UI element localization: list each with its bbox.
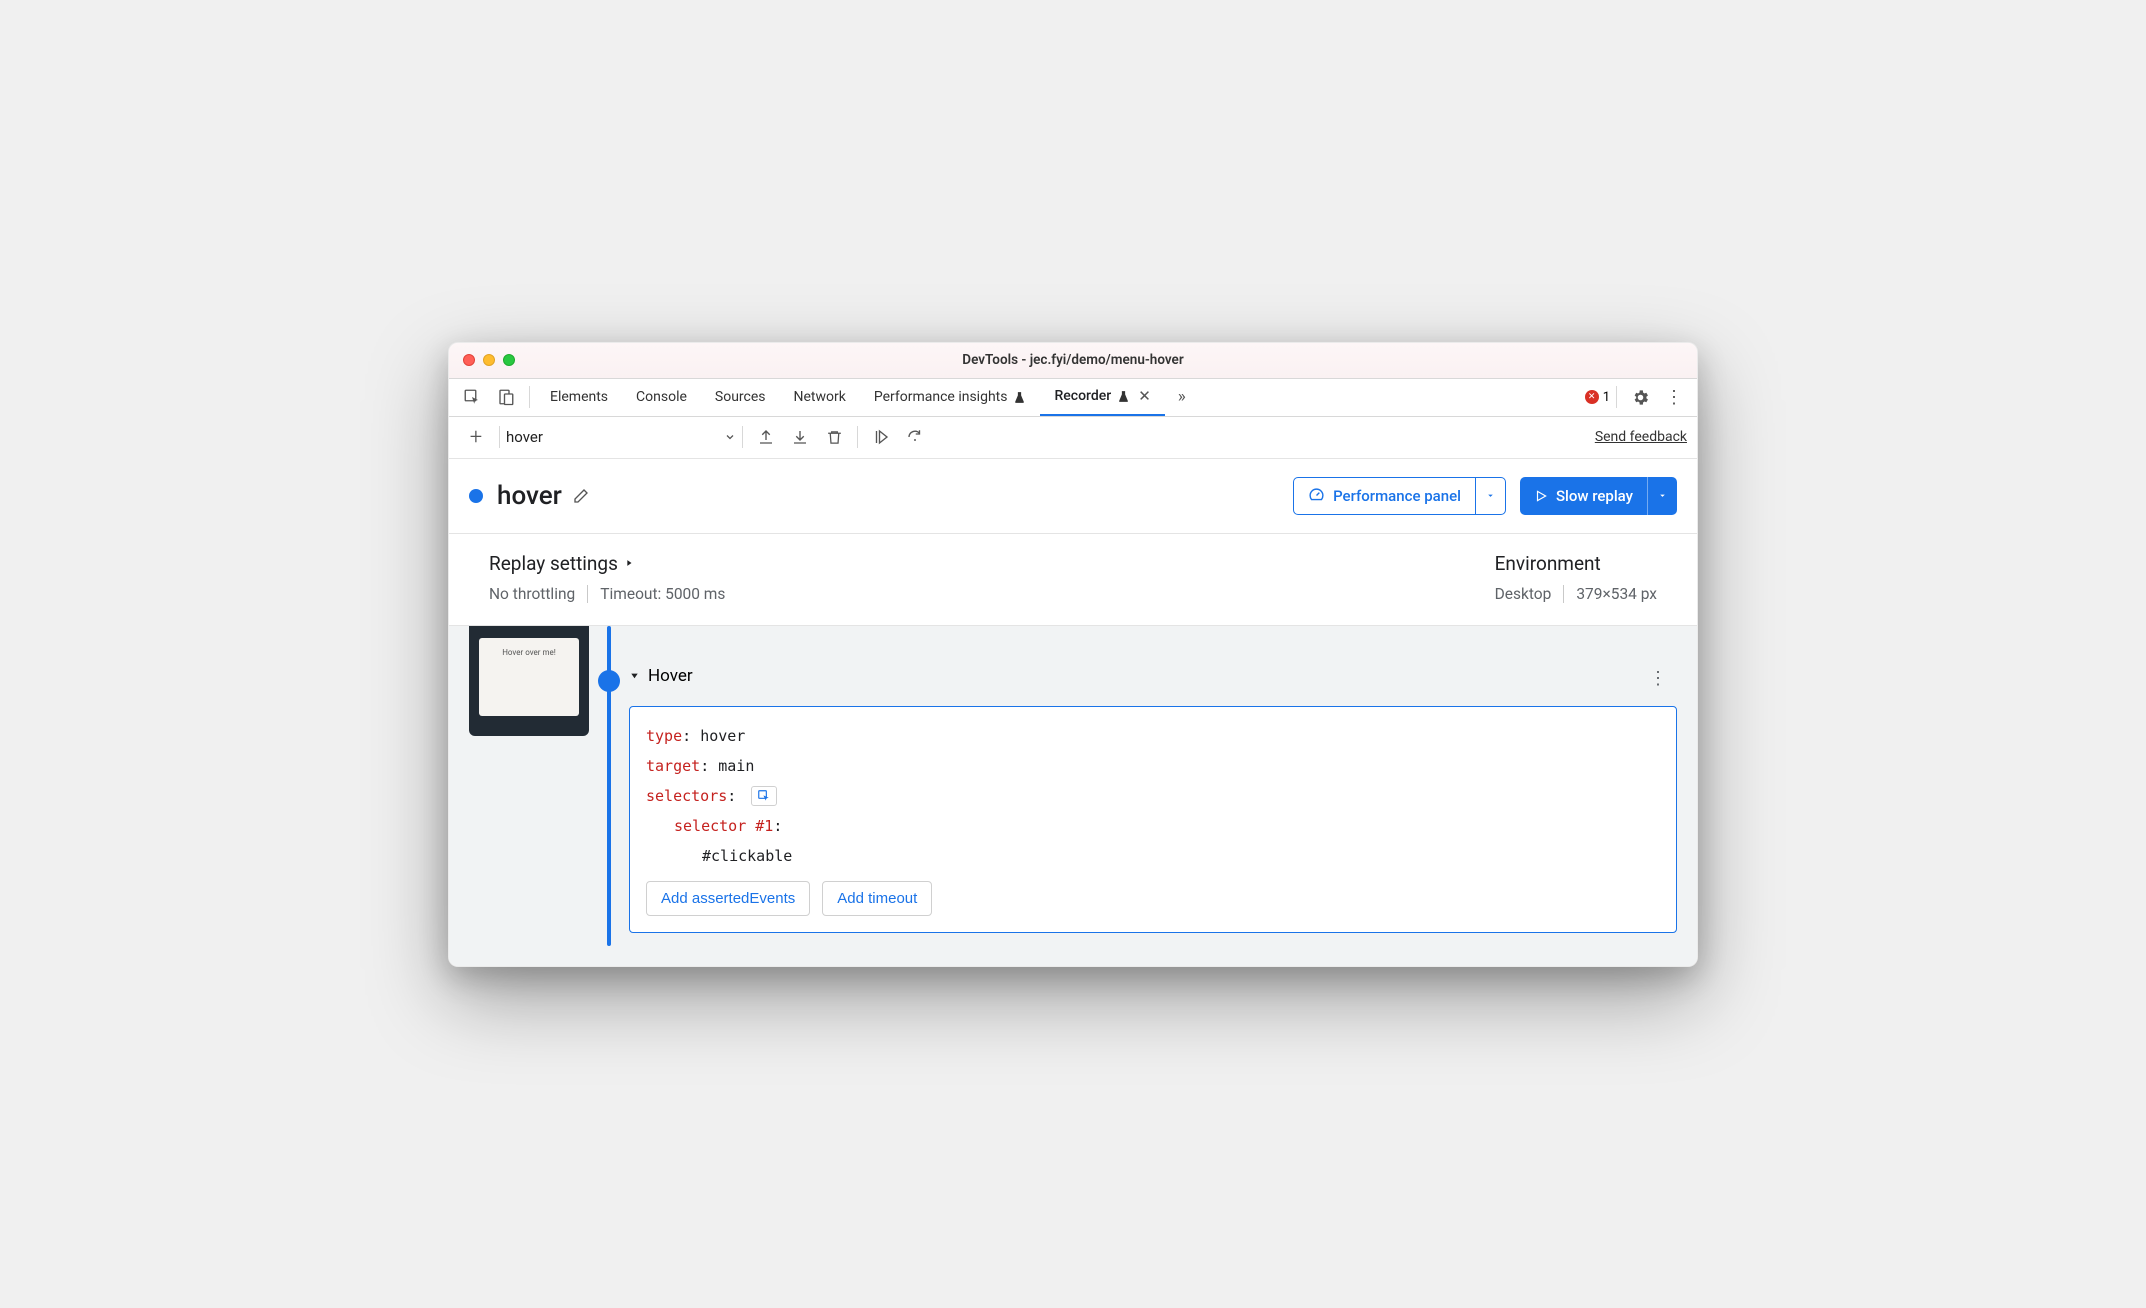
inspect-element-icon[interactable]: [455, 380, 489, 414]
prop-key: selectors: [646, 787, 727, 805]
settings-gear-icon[interactable]: [1623, 380, 1657, 414]
gauge-icon: [1308, 487, 1325, 504]
export-icon[interactable]: [749, 420, 783, 454]
step-prop-row: selectors:: [646, 781, 1660, 811]
tab-network[interactable]: Network: [780, 379, 860, 416]
step-header[interactable]: Hover: [629, 662, 1677, 690]
error-count: 1: [1603, 390, 1610, 405]
thumbnail-content: Hover over me!: [479, 638, 579, 716]
divider: [742, 426, 743, 448]
main-toolbar: Elements Console Sources Network Perform…: [449, 379, 1697, 417]
timeout-value: Timeout: 5000 ms: [600, 585, 725, 603]
import-icon[interactable]: [783, 420, 817, 454]
prop-key: type: [646, 727, 682, 745]
heading-label: Environment: [1495, 552, 1601, 575]
flask-icon: [1117, 390, 1130, 403]
replay-settings-heading[interactable]: Replay settings: [489, 552, 725, 575]
dropdown-arrow-icon[interactable]: [1647, 477, 1677, 515]
play-icon: [1534, 489, 1548, 503]
step-menu-icon[interactable]: ⋮: [1649, 668, 1669, 689]
prop-key: target: [646, 757, 700, 775]
divider: [1616, 386, 1617, 408]
recording-selector[interactable]: hover: [506, 428, 736, 446]
tab-performance-insights[interactable]: Performance insights: [860, 379, 1041, 416]
tab-label: Sources: [715, 389, 766, 405]
new-recording-icon[interactable]: +: [459, 420, 493, 454]
tab-console[interactable]: Console: [622, 379, 701, 416]
step-prop-row: selector #1:: [646, 811, 1660, 841]
tab-label: Recorder: [1054, 388, 1111, 404]
devtools-window: DevTools - jec.fyi/demo/menu-hover Eleme…: [448, 342, 1698, 967]
window-title: DevTools - jec.fyi/demo/menu-hover: [449, 352, 1697, 368]
step-prop-row: #clickable: [646, 841, 1660, 871]
tab-label: Performance insights: [874, 389, 1008, 405]
recording-status-dot: [469, 489, 483, 503]
step-prop-row: type: hover: [646, 721, 1660, 751]
heading-label: Replay settings: [489, 552, 618, 575]
titlebar: DevTools - jec.fyi/demo/menu-hover: [449, 343, 1697, 379]
divider: [587, 585, 588, 603]
step-content: ⋮ Hover type: hover target: main selecto…: [629, 626, 1677, 946]
screenshot-thumbnail[interactable]: Hover over me!: [469, 626, 589, 736]
more-tabs-icon[interactable]: »: [1165, 380, 1199, 414]
device-toggle-icon[interactable]: [489, 380, 523, 414]
kebab-menu-icon[interactable]: ⋮: [1657, 380, 1691, 414]
chevron-down-icon: [724, 431, 736, 443]
error-icon: [1585, 390, 1599, 404]
step-title: Hover: [648, 666, 693, 686]
steps-area: Hover over me! ⋮ Hover type: hover targe…: [449, 626, 1697, 966]
add-asserted-events-button[interactable]: Add assertedEvents: [646, 881, 810, 916]
prop-value: hover: [700, 727, 745, 745]
divider: [1563, 585, 1564, 603]
delete-icon[interactable]: [817, 420, 851, 454]
error-indicator[interactable]: 1: [1585, 390, 1610, 405]
step-marker[interactable]: [598, 670, 620, 692]
send-feedback-link[interactable]: Send feedback: [1595, 429, 1687, 445]
prop-key: selector #1: [674, 817, 773, 835]
recording-name: hover: [506, 428, 543, 446]
button-label: Performance panel: [1333, 487, 1461, 505]
recorder-toolbar: + hover Send feedback: [449, 417, 1697, 459]
device-value: Desktop: [1495, 585, 1552, 603]
performance-panel-button[interactable]: Performance panel: [1293, 477, 1506, 515]
timeline-track: [607, 626, 611, 946]
viewport-value: 379×534 px: [1576, 585, 1657, 603]
tab-label: Elements: [550, 389, 608, 405]
tab-sources[interactable]: Sources: [701, 379, 780, 416]
add-timeout-button[interactable]: Add timeout: [822, 881, 932, 916]
recording-header: hover Performance panel Slow replay: [449, 459, 1697, 534]
thumbnail-label: Hover over me!: [502, 648, 556, 657]
recording-title: hover: [497, 481, 562, 511]
dropdown-arrow-icon[interactable]: [1475, 478, 1505, 514]
tab-label: Console: [636, 389, 687, 405]
step-prop-row: target: main: [646, 751, 1660, 781]
throttling-value: No throttling: [489, 585, 575, 603]
continue-icon[interactable]: [864, 420, 898, 454]
slow-replay-button[interactable]: Slow replay: [1520, 477, 1677, 515]
edit-title-icon[interactable]: [572, 487, 590, 505]
selector-picker-icon[interactable]: [751, 786, 777, 806]
button-label: Slow replay: [1556, 487, 1633, 505]
environment-heading: Environment: [1495, 552, 1657, 575]
card-actions: Add assertedEvents Add timeout: [646, 881, 1660, 916]
prop-value: main: [718, 757, 754, 775]
chevron-right-icon: [624, 558, 634, 568]
divider: [529, 386, 530, 408]
divider: [499, 426, 500, 448]
tab-recorder[interactable]: Recorder ✕: [1040, 379, 1164, 416]
step-icon[interactable]: [898, 420, 932, 454]
tab-elements[interactable]: Elements: [536, 379, 622, 416]
tab-label: Network: [794, 389, 846, 405]
step-details-card: type: hover target: main selectors: sele…: [629, 706, 1677, 933]
settings-row: Replay settings No throttling Timeout: 5…: [449, 534, 1697, 626]
close-tab-icon[interactable]: ✕: [1138, 387, 1151, 405]
divider: [857, 426, 858, 448]
flask-icon: [1013, 391, 1026, 404]
prop-value[interactable]: #clickable: [702, 847, 792, 865]
chevron-down-icon: [629, 670, 640, 681]
